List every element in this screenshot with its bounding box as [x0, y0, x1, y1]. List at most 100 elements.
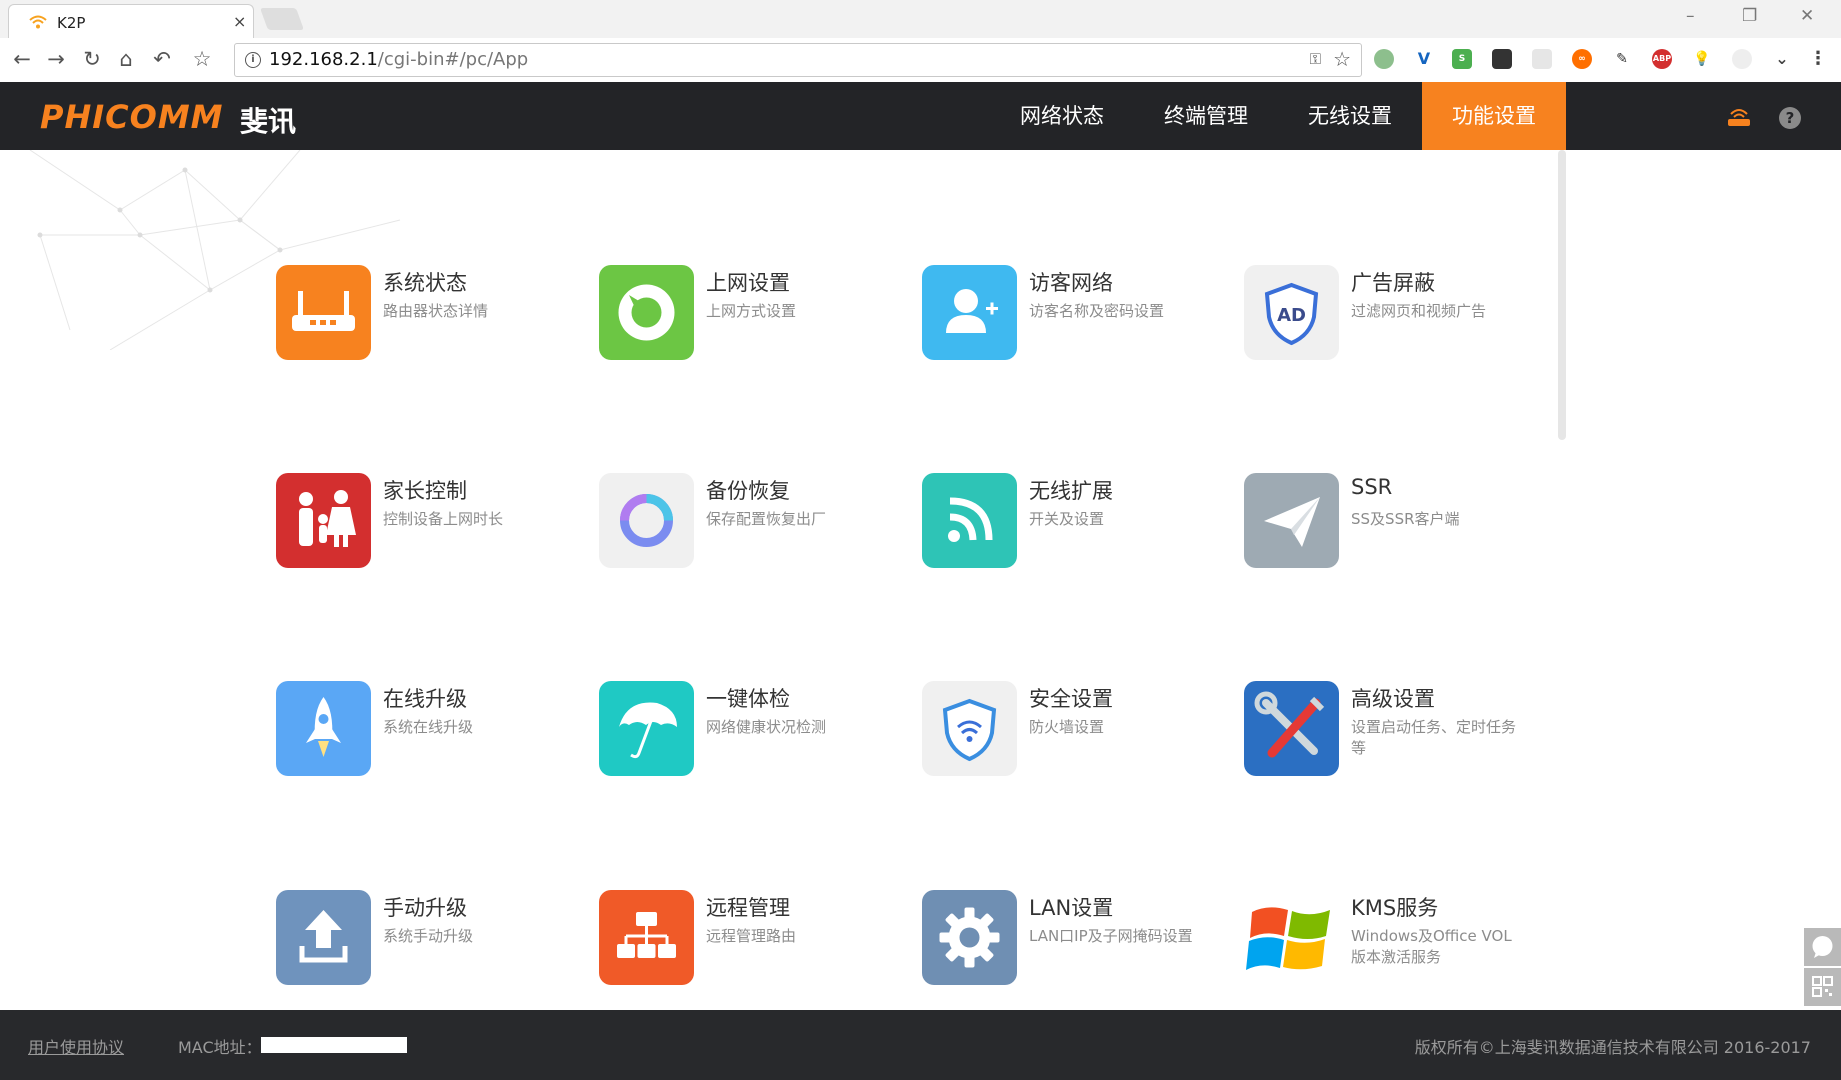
- card-desc: 网络健康状况检测: [706, 718, 827, 736]
- chat-icon: [1812, 936, 1833, 958]
- tab-title: K2P: [57, 14, 86, 32]
- card-title: 高级设置: [1351, 687, 1435, 711]
- nav-network-status[interactable]: 网络状态: [990, 82, 1134, 150]
- card-wireless-extend[interactable]: 无线扩展 开关及设置: [922, 473, 1222, 573]
- extension-infinity-icon[interactable]: ∞: [1572, 49, 1592, 69]
- window-close-icon[interactable]: ✕: [1800, 6, 1814, 26]
- new-tab-button[interactable]: [259, 8, 305, 30]
- gear-icon: [922, 890, 1017, 985]
- app-header: PHICOMM 斐讯 网络状态 终端管理 无线设置 功能设置 ?: [0, 82, 1841, 150]
- card-title: 一键体检: [706, 687, 790, 711]
- qrcode-button[interactable]: [1804, 968, 1841, 1006]
- home-icon[interactable]: ⌂: [114, 47, 138, 71]
- card-remote-management[interactable]: 远程管理 远程管理路由: [599, 890, 899, 990]
- router-icon: [276, 265, 371, 360]
- card-desc: SS及SSR客户端: [1351, 510, 1460, 528]
- adblock-plus-icon[interactable]: ABP: [1652, 49, 1672, 69]
- extension-dark-icon[interactable]: [1492, 49, 1512, 69]
- card-title: 广告屏蔽: [1351, 271, 1435, 295]
- menu-dots-icon[interactable]: ⋮: [1808, 49, 1828, 69]
- card-desc: 远程管理路由: [706, 927, 797, 945]
- card-desc: 路由器状态详情: [383, 302, 489, 320]
- card-title: 无线扩展: [1029, 479, 1113, 503]
- extension-translate-icon[interactable]: ✎: [1612, 49, 1632, 69]
- windows-logo-icon: [1244, 890, 1339, 985]
- browser-toolbar: ← → ↻ ⌂ ↶ ☆ i 192.168.2.1/cgi-bin#/pc/Ap…: [0, 38, 1841, 83]
- paper-plane-icon: [1244, 473, 1339, 568]
- footer: 用户使用协议 MAC地址： 版权所有©上海斐讯数据通信技术有限公司 2016-2…: [0, 1010, 1841, 1080]
- wireless-signal-icon: [922, 473, 1017, 568]
- tab-close-button[interactable]: ×: [233, 12, 246, 31]
- card-lan-settings[interactable]: LAN设置 LAN口IP及子网掩码设置: [922, 890, 1222, 990]
- mac-address-redacted: [261, 1037, 407, 1053]
- card-desc: 系统在线升级: [383, 718, 474, 736]
- card-title: SSR: [1351, 475, 1393, 499]
- ad-block-shield-icon: AD: [1244, 265, 1339, 360]
- browser-tab[interactable]: K2P ×: [8, 4, 254, 39]
- network-tree-icon: [599, 890, 694, 985]
- card-desc: 访客名称及密码设置: [1029, 302, 1165, 320]
- parents-child-icon: [276, 473, 371, 568]
- card-title: LAN设置: [1029, 896, 1114, 920]
- site-info-icon[interactable]: i: [245, 52, 261, 68]
- card-kms-service[interactable]: KMS服务 Windows及Office VOL版本激活服务: [1244, 890, 1544, 990]
- mac-address-label: MAC地址：: [178, 1038, 262, 1057]
- copyright-text: 版权所有©上海斐讯数据通信技术有限公司 2016-2017: [1414, 1038, 1811, 1057]
- wifi-icon: [29, 15, 47, 29]
- card-parental-control[interactable]: 家长控制 控制设备上网时长: [276, 473, 576, 573]
- chevron-down-icon[interactable]: ⌄: [1772, 49, 1792, 69]
- guest-user-icon: [922, 265, 1017, 360]
- card-title: KMS服务: [1351, 896, 1439, 920]
- card-health-check[interactable]: 一键体检 网络健康状况检测: [599, 681, 899, 781]
- user-agreement-link[interactable]: 用户使用协议: [28, 1034, 124, 1058]
- card-ssr[interactable]: SSR SS及SSR客户端: [1244, 473, 1544, 573]
- undo-icon[interactable]: ↶: [150, 47, 174, 71]
- card-desc: 控制设备上网时长: [383, 510, 504, 528]
- key-icon[interactable]: ⚿: [1310, 50, 1321, 68]
- card-guest-network[interactable]: 访客网络 访客名称及密码设置: [922, 265, 1222, 365]
- extension-v-icon[interactable]: V: [1414, 49, 1434, 69]
- bookmark-star-icon[interactable]: ☆: [190, 47, 214, 71]
- phicomm-logo-cn: 斐讯: [240, 105, 297, 138]
- forward-arrow-icon[interactable]: →: [44, 47, 68, 71]
- lightbulb-icon[interactable]: 💡: [1692, 49, 1712, 69]
- router-status-icon[interactable]: [1726, 106, 1752, 128]
- url-host: 192.168.2.1: [269, 49, 378, 70]
- nav-feature-settings[interactable]: 功能设置: [1422, 82, 1566, 150]
- scrollbar[interactable]: [1558, 150, 1566, 440]
- chat-support-button[interactable]: [1804, 928, 1841, 966]
- extension-green-icon[interactable]: [1374, 49, 1394, 69]
- nav-wireless-settings[interactable]: 无线设置: [1278, 82, 1422, 150]
- card-desc: 上网方式设置: [706, 302, 797, 320]
- phicomm-logo: PHICOMM: [40, 98, 224, 136]
- reload-icon[interactable]: ↻: [80, 47, 104, 71]
- umbrella-icon: [599, 681, 694, 776]
- internet-settings-icon: [599, 265, 694, 360]
- extension-gray-icon[interactable]: [1732, 49, 1752, 69]
- card-desc: 防火墙设置: [1029, 718, 1105, 736]
- card-security-settings[interactable]: 安全设置 防火墙设置: [922, 681, 1222, 781]
- security-shield-icon: [922, 681, 1017, 776]
- card-desc: LAN口IP及子网掩码设置: [1029, 927, 1193, 945]
- nav-terminal-management[interactable]: 终端管理: [1134, 82, 1278, 150]
- star-icon[interactable]: ☆: [1333, 47, 1351, 71]
- card-title: 家长控制: [383, 479, 467, 503]
- rocket-icon: [276, 681, 371, 776]
- minimize-icon[interactable]: –: [1686, 6, 1695, 26]
- card-title: 远程管理: [706, 896, 790, 920]
- card-advanced-settings[interactable]: 高级设置 设置启动任务、定时任务等: [1244, 681, 1544, 781]
- feature-grid-area: 系统状态 路由器状态详情 上网设置 上网方式设置 访客网络 访客名称及密码设置: [0, 150, 1841, 1010]
- card-system-status[interactable]: 系统状态 路由器状态详情: [276, 265, 576, 365]
- card-title: 安全设置: [1029, 687, 1113, 711]
- card-manual-upgrade[interactable]: 手动升级 系统手动升级: [276, 890, 576, 990]
- help-icon[interactable]: ?: [1778, 106, 1802, 130]
- card-online-upgrade[interactable]: 在线升级 系统在线升级: [276, 681, 576, 781]
- address-bar[interactable]: i 192.168.2.1/cgi-bin#/pc/App ⚿ ☆: [234, 43, 1362, 77]
- card-ad-block[interactable]: AD 广告屏蔽 过滤网页和视频广告: [1244, 265, 1544, 365]
- restore-icon[interactable]: ❐: [1742, 6, 1757, 26]
- extension-s-icon[interactable]: S: [1452, 49, 1472, 69]
- extension-page-icon[interactable]: [1532, 49, 1552, 69]
- back-arrow-icon[interactable]: ←: [10, 47, 34, 71]
- card-backup-restore[interactable]: 备份恢复 保存配置恢复出厂: [599, 473, 899, 573]
- card-internet-settings[interactable]: 上网设置 上网方式设置: [599, 265, 899, 365]
